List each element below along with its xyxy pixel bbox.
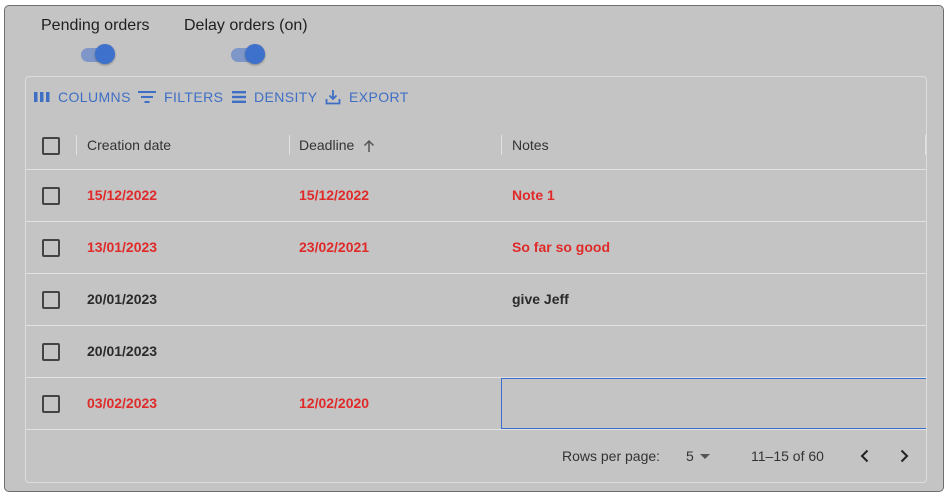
- delay-orders-switch[interactable]: [227, 43, 267, 67]
- row-checkbox[interactable]: [42, 239, 60, 257]
- table-row[interactable]: 20/01/2023: [26, 326, 926, 378]
- creation-date-cell[interactable]: 20/01/2023: [87, 291, 157, 307]
- creation-date-cell[interactable]: 15/12/2022: [87, 187, 157, 203]
- filters-label: FILTERS: [164, 89, 224, 105]
- deadline-cell[interactable]: 23/02/2021: [299, 239, 369, 255]
- notes-cell-focused[interactable]: [501, 378, 926, 429]
- export-button[interactable]: EXPORT: [325, 87, 409, 107]
- row-checkbox[interactable]: [42, 291, 60, 309]
- select-all-checkbox[interactable]: [42, 137, 60, 155]
- pagination-range: 11–15 of 60: [751, 448, 824, 464]
- filter-icon: [138, 91, 156, 103]
- chevron-right-icon: [900, 449, 909, 463]
- column-header-notes[interactable]: Notes: [512, 137, 549, 153]
- chevron-left-icon: [860, 449, 869, 463]
- deadline-cell[interactable]: 12/02/2020: [299, 395, 369, 411]
- previous-page-button[interactable]: [853, 444, 877, 468]
- sort-ascending-icon[interactable]: [362, 139, 376, 153]
- row-checkbox[interactable]: [42, 343, 60, 361]
- row-checkbox[interactable]: [42, 395, 60, 413]
- pending-orders-toggle-group: Pending orders: [41, 17, 150, 35]
- creation-date-cell[interactable]: 20/01/2023: [87, 343, 157, 359]
- delay-orders-label: Delay orders (on): [184, 17, 308, 34]
- switch-thumb: [245, 44, 265, 64]
- density-label: DENSITY: [254, 89, 318, 105]
- notes-cell[interactable]: Note 1: [512, 187, 555, 203]
- table-row[interactable]: 20/01/2023 give Jeff: [26, 274, 926, 326]
- creation-date-cell[interactable]: 03/02/2023: [87, 395, 157, 411]
- column-separator[interactable]: [925, 135, 926, 155]
- columns-button[interactable]: COLUMNS: [34, 87, 131, 107]
- column-separator[interactable]: [501, 135, 502, 155]
- notes-cell[interactable]: give Jeff: [512, 291, 569, 307]
- table-row[interactable]: 15/12/2022 15/12/2022 Note 1: [26, 170, 926, 222]
- export-label: EXPORT: [349, 89, 409, 105]
- column-separator[interactable]: [289, 135, 290, 155]
- grid-header-row: Creation date Deadline Notes: [26, 122, 926, 170]
- switch-thumb: [95, 44, 115, 64]
- density-icon: [232, 91, 246, 103]
- columns-label: COLUMNS: [58, 89, 131, 105]
- column-separator[interactable]: [76, 135, 77, 155]
- creation-date-cell[interactable]: 13/01/2023: [87, 239, 157, 255]
- grid-toolbar: COLUMNS FILTERS DENSITY EXPORT: [26, 77, 926, 117]
- pending-orders-switch[interactable]: [77, 43, 117, 67]
- column-header-creation-date[interactable]: Creation date: [87, 137, 171, 153]
- dropdown-arrow-icon[interactable]: [700, 454, 710, 460]
- filters-button[interactable]: FILTERS: [138, 87, 223, 107]
- table-row[interactable]: 13/01/2023 23/02/2021 So far so good: [26, 222, 926, 274]
- pending-orders-label: Pending orders: [41, 17, 150, 34]
- delay-orders-toggle-group: Delay orders (on): [184, 17, 308, 35]
- download-icon: [325, 90, 341, 105]
- rows-per-page-label: Rows per page:: [562, 448, 661, 464]
- density-button[interactable]: DENSITY: [232, 87, 317, 107]
- orders-panel: Pending orders Delay orders (on) COLUMNS: [4, 5, 944, 492]
- deadline-cell[interactable]: 15/12/2022: [299, 187, 369, 203]
- row-checkbox[interactable]: [42, 187, 60, 205]
- column-header-deadline[interactable]: Deadline: [299, 137, 354, 153]
- notes-cell[interactable]: So far so good: [512, 239, 610, 255]
- columns-icon: [34, 92, 50, 102]
- orders-data-grid: COLUMNS FILTERS DENSITY EXPORT Creation …: [25, 76, 927, 483]
- rows-per-page-select[interactable]: 5: [686, 448, 694, 464]
- table-row[interactable]: 03/02/2023 12/02/2020: [26, 378, 926, 430]
- grid-footer: Rows per page: 5 11–15 of 60: [26, 429, 926, 482]
- next-page-button[interactable]: [892, 444, 916, 468]
